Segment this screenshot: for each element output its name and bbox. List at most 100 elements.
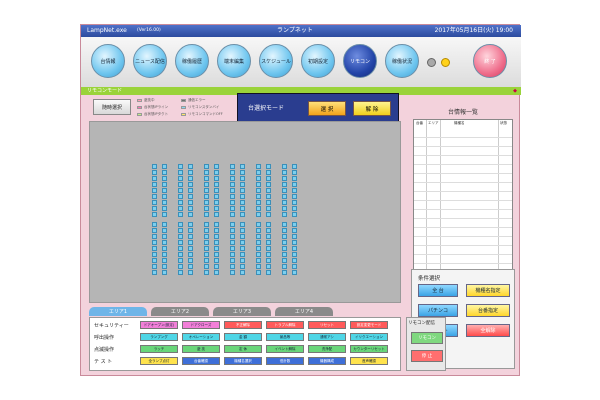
machine-slot[interactable] (230, 270, 235, 275)
warning-icon[interactable] (441, 58, 450, 67)
machine-slot[interactable] (214, 264, 219, 269)
machine-slot[interactable] (162, 182, 167, 187)
command-button[interactable]: 設定変更モード (350, 321, 388, 329)
command-button[interactable]: 音声確認 (350, 357, 388, 365)
machine-slot[interactable] (292, 252, 297, 257)
machine-slot[interactable] (256, 228, 261, 233)
machine-slot[interactable] (292, 206, 297, 211)
close-icon[interactable]: ◆ (513, 87, 517, 95)
command-button[interactable]: ドアオープン(設定) (140, 321, 178, 329)
machine-slot[interactable] (240, 170, 245, 175)
table-row[interactable] (414, 254, 512, 255)
machine-slot[interactable] (266, 188, 271, 193)
machine-slot[interactable] (162, 164, 167, 169)
machine-slot[interactable] (282, 240, 287, 245)
machine-slot[interactable] (266, 252, 271, 257)
command-button[interactable]: カウンターリセット (350, 345, 388, 353)
machine-slot[interactable] (292, 270, 297, 275)
machine-slot[interactable] (162, 170, 167, 175)
machine-slot[interactable] (240, 206, 245, 211)
tab-area-3[interactable]: エリア3 (213, 307, 271, 316)
command-button[interactable]: 台番確認 (182, 357, 220, 365)
machine-slot[interactable] (230, 234, 235, 239)
exit-button[interactable]: 終 了 (473, 44, 507, 78)
table-row[interactable] (414, 227, 512, 228)
machine-slot[interactable] (266, 240, 271, 245)
machine-slot[interactable] (230, 194, 235, 199)
machine-slot[interactable] (266, 182, 271, 187)
machine-slot[interactable] (162, 228, 167, 233)
table-row[interactable] (414, 173, 512, 174)
machine-slot[interactable] (204, 240, 209, 245)
model-name-button[interactable]: 機種名指定 (466, 284, 510, 297)
nav-terminal-edit[interactable]: 端末編集 (217, 44, 251, 78)
machine-slot[interactable] (204, 200, 209, 205)
machine-slot[interactable] (282, 194, 287, 199)
machine-slot[interactable] (162, 176, 167, 181)
machine-slot[interactable] (162, 252, 167, 257)
machine-slot[interactable] (162, 206, 167, 211)
nav-machine-info[interactable]: 台情報 (91, 44, 125, 78)
machine-slot[interactable] (178, 164, 183, 169)
select-button[interactable]: 選 択 (308, 101, 346, 116)
machine-slot[interactable] (204, 246, 209, 251)
machine-slot[interactable] (266, 206, 271, 211)
machine-slot[interactable] (256, 246, 261, 251)
table-row[interactable] (414, 218, 512, 219)
command-button[interactable]: 洗浄配 (308, 345, 346, 353)
machine-slot[interactable] (256, 170, 261, 175)
machine-slot[interactable] (282, 212, 287, 217)
command-button[interactable]: ランプング (140, 333, 178, 341)
machine-slot[interactable] (240, 200, 245, 205)
nav-history[interactable]: 稼働履歴 (175, 44, 209, 78)
machine-slot[interactable] (214, 164, 219, 169)
machine-slot[interactable] (178, 176, 183, 181)
machine-slot[interactable] (152, 200, 157, 205)
machine-slot[interactable] (292, 240, 297, 245)
machine-slot[interactable] (266, 170, 271, 175)
machine-slot[interactable] (292, 246, 297, 251)
machine-slot[interactable] (230, 228, 235, 233)
gear-icon[interactable] (427, 58, 436, 67)
machine-slot[interactable] (178, 270, 183, 275)
machine-slot[interactable] (292, 200, 297, 205)
machine-slot[interactable] (178, 212, 183, 217)
command-button[interactable]: 定 休 (224, 345, 262, 353)
machine-slot[interactable] (292, 234, 297, 239)
machine-slot[interactable] (240, 264, 245, 269)
machine-slot[interactable] (230, 170, 235, 175)
machine-slot[interactable] (266, 246, 271, 251)
machine-slot[interactable] (256, 270, 261, 275)
machine-slot[interactable] (240, 258, 245, 263)
tab-area-1[interactable]: エリア1 (89, 307, 147, 316)
machine-slot[interactable] (292, 212, 297, 217)
machine-slot[interactable] (282, 200, 287, 205)
machine-slot[interactable] (282, 228, 287, 233)
machine-slot[interactable] (152, 240, 157, 245)
command-button[interactable]: 金 額 (224, 333, 262, 341)
machine-slot[interactable] (292, 258, 297, 263)
machine-slot[interactable] (266, 228, 271, 233)
machine-slot[interactable] (214, 206, 219, 211)
machine-slot[interactable] (266, 194, 271, 199)
machine-slot[interactable] (204, 194, 209, 199)
machine-slot[interactable] (230, 264, 235, 269)
machine-slot[interactable] (152, 222, 157, 227)
machine-slot[interactable] (214, 194, 219, 199)
nav-remote[interactable]: リモコン (343, 44, 377, 78)
machine-slot[interactable] (240, 188, 245, 193)
machine-slot[interactable] (152, 170, 157, 175)
machine-number-button[interactable]: 台番指定 (466, 304, 510, 317)
machine-slot[interactable] (162, 240, 167, 245)
machine-slot[interactable] (152, 228, 157, 233)
floor-map[interactable] (89, 121, 401, 303)
machine-slot[interactable] (162, 194, 167, 199)
machine-slot[interactable] (230, 258, 235, 263)
all-machines-button[interactable]: 全 台 (418, 284, 458, 297)
machine-slot[interactable] (292, 228, 297, 233)
command-button[interactable]: ラッチ (140, 345, 178, 353)
machine-slot[interactable] (204, 222, 209, 227)
machine-slot[interactable] (282, 206, 287, 211)
command-button[interactable]: リセット (308, 321, 346, 329)
machine-slot[interactable] (188, 258, 193, 263)
